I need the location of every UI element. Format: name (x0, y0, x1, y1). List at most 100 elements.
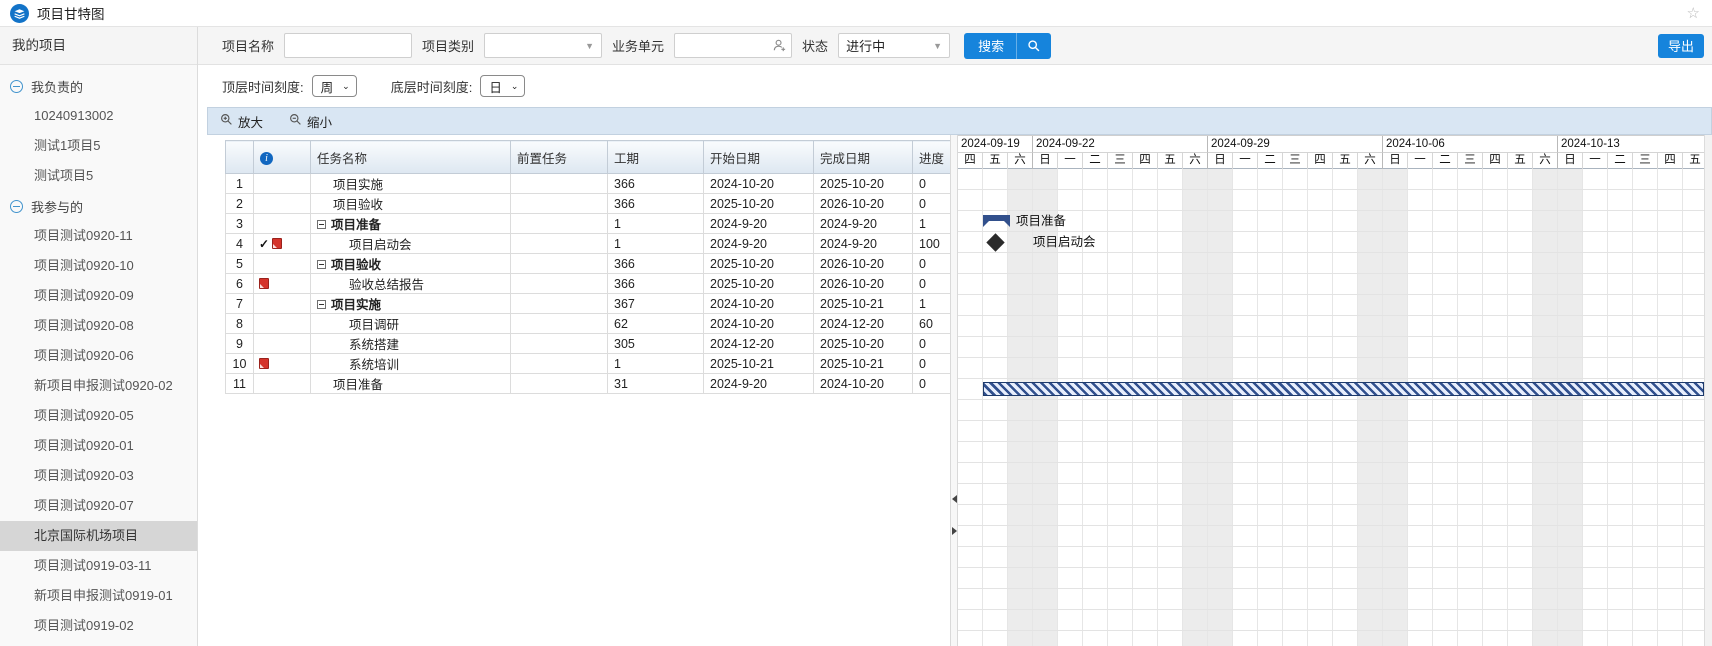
task-name-cell: 项目启动会 (311, 234, 511, 254)
person-add-icon[interactable] (772, 38, 787, 56)
table-row[interactable]: 4✓项目启动会12024-9-202024-9-20100 (226, 234, 951, 254)
start-cell: 2024-12-20 (704, 334, 814, 354)
pre-cell (511, 294, 608, 314)
sidebar-item[interactable]: 项目测试0920-08 (0, 311, 197, 341)
duration-cell: 366 (608, 194, 704, 214)
note-flag-icon (272, 238, 282, 249)
day-header-cell: 六 (1358, 153, 1383, 169)
start-cell: 2025-10-20 (704, 254, 814, 274)
collapse-box-icon[interactable] (317, 260, 326, 269)
sidebar-item[interactable]: 新项目申报测试0919-01 (0, 581, 197, 611)
row-number-cell: 7 (226, 294, 254, 314)
sidebar-item[interactable]: 项目测试0920-10 (0, 251, 197, 281)
task-name-cell: 项目准备 (311, 374, 511, 394)
finish-cell: 2025-10-21 (814, 294, 913, 314)
business-unit-label: 业务单元 (612, 36, 664, 55)
hatched-progress-bar[interactable] (983, 382, 1704, 396)
table-row[interactable]: 2项目验收3662025-10-202026-10-200 (226, 194, 951, 214)
search-button[interactable]: 搜索 (964, 33, 1051, 59)
sidebar-item[interactable]: 项目测试0919-02 (0, 611, 197, 641)
sidebar-item[interactable]: 项目测试0920-06 (0, 341, 197, 371)
day-header-cell: 六 (1183, 153, 1208, 169)
duration-cell: 367 (608, 294, 704, 314)
day-header-cell: 四 (958, 153, 983, 169)
collapse-minus-icon[interactable] (10, 80, 23, 93)
bottom-scale-select[interactable]: 日 ⌄ (480, 75, 525, 97)
gantt-vertical-scrollbar[interactable] (1704, 135, 1712, 646)
task-table: i 任务名称 前置任务 工期 开始日期 完成日期 进度 1项目实施3662024… (225, 140, 950, 394)
table-row[interactable]: 6验收总结报告3662025-10-202026-10-200 (226, 274, 951, 294)
finish-cell: 2024-9-20 (814, 214, 913, 234)
checkmark-icon: ✓ (259, 237, 269, 251)
project-category-select[interactable]: ▼ (484, 33, 602, 58)
day-header-cell: 五 (1158, 153, 1183, 169)
sidebar-item[interactable]: 项目测试0920-01 (0, 431, 197, 461)
row-indicator-cell (254, 294, 311, 314)
table-row[interactable]: 10系统培训12025-10-212025-10-210 (226, 354, 951, 374)
progress-cell: 0 (913, 194, 951, 214)
table-row[interactable]: 1项目实施3662024-10-202025-10-200 (226, 174, 951, 194)
col-task-name: 任务名称 (311, 141, 511, 174)
sidebar-item[interactable]: 测试1项目5 (0, 131, 197, 161)
finish-cell: 2025-10-20 (814, 174, 913, 194)
row-indicator-cell (254, 314, 311, 334)
duration-cell: 305 (608, 334, 704, 354)
status-value: 进行中 (846, 36, 885, 55)
duration-cell: 366 (608, 174, 704, 194)
row-indicator-cell (254, 254, 311, 274)
project-name-label: 项目名称 (222, 36, 274, 55)
day-header-cell: 日 (1033, 153, 1058, 169)
splitter-expand-icon[interactable] (952, 527, 957, 535)
sidebar-item[interactable]: 项目测试0920-05 (0, 401, 197, 431)
table-row[interactable]: 5项目验收3662025-10-202026-10-200 (226, 254, 951, 274)
sidebar-item[interactable]: 项目测试0919-03-11 (0, 551, 197, 581)
sidebar-item[interactable]: 项目测试0920-09 (0, 281, 197, 311)
export-button[interactable]: 导出 (1658, 34, 1704, 58)
row-indicator-cell (254, 374, 311, 394)
top-bar: 项目甘特图 ☆ (0, 0, 1712, 27)
progress-cell: 100 (913, 234, 951, 254)
sidebar-item[interactable]: 北京国际机场项目 (0, 521, 197, 551)
finish-cell: 2024-12-20 (814, 314, 913, 334)
zoom-in-button[interactable]: 放大 (220, 112, 263, 131)
gantt-chart-body: 项目准备项目启动会 (958, 169, 1712, 646)
sidebar-group-header[interactable]: 我参与的 (0, 191, 197, 221)
progress-cell: 0 (913, 254, 951, 274)
status-label: 状态 (802, 36, 828, 55)
table-row[interactable]: 11项目准备312024-9-202024-10-200 (226, 374, 951, 394)
summary-bar[interactable] (983, 215, 1010, 221)
splitter-collapse-icon[interactable] (952, 495, 957, 503)
top-scale-select[interactable]: 周 ⌄ (312, 75, 357, 97)
project-sidebar: 我的项目 我负责的10240913002测试1项目5测试项目5我参与的项目测试0… (0, 27, 198, 646)
sidebar-item[interactable]: 测试项目5 (0, 161, 197, 191)
sidebar-item[interactable]: 项目测试0920-11 (0, 221, 197, 251)
pane-splitter[interactable] (950, 135, 958, 646)
table-row[interactable]: 8项目调研622024-10-202024-12-2060 (226, 314, 951, 334)
zoom-out-button[interactable]: 缩小 (289, 112, 332, 131)
chevron-down-icon: ▼ (585, 41, 594, 51)
sidebar-group-label: 我负责的 (31, 77, 83, 96)
collapse-box-icon[interactable] (317, 300, 326, 309)
collapse-minus-icon[interactable] (10, 200, 23, 213)
sidebar-item[interactable]: 10240913002 (0, 101, 197, 131)
collapse-box-icon[interactable] (317, 220, 326, 229)
status-select[interactable]: 进行中 ▼ (838, 33, 950, 58)
sidebar-item[interactable]: 项目测试0920-03 (0, 461, 197, 491)
table-row[interactable]: 7项目实施3672024-10-202025-10-211 (226, 294, 951, 314)
finish-cell: 2026-10-20 (814, 274, 913, 294)
favorite-star-icon[interactable]: ☆ (1687, 4, 1700, 22)
sidebar-group-header[interactable]: 我负责的 (0, 71, 197, 101)
chevron-down-icon: ⌄ (511, 81, 519, 92)
sidebar-item[interactable]: 项目测试0920-07 (0, 491, 197, 521)
day-header-cell: 日 (1208, 153, 1233, 169)
table-row[interactable]: 3项目准备12024-9-202024-9-201 (226, 214, 951, 234)
table-row[interactable]: 9系统搭建3052024-12-202025-10-200 (226, 334, 951, 354)
project-category-label: 项目类别 (422, 36, 474, 55)
sidebar-item[interactable]: 新项目申报测试0920-02 (0, 371, 197, 401)
project-name-input[interactable] (284, 33, 412, 58)
row-indicator-cell (254, 174, 311, 194)
zoom-in-icon (220, 113, 233, 129)
row-number-cell: 4 (226, 234, 254, 254)
day-header-cell: 六 (1533, 153, 1558, 169)
gantt-widget: 放大 缩小 (207, 107, 1712, 646)
